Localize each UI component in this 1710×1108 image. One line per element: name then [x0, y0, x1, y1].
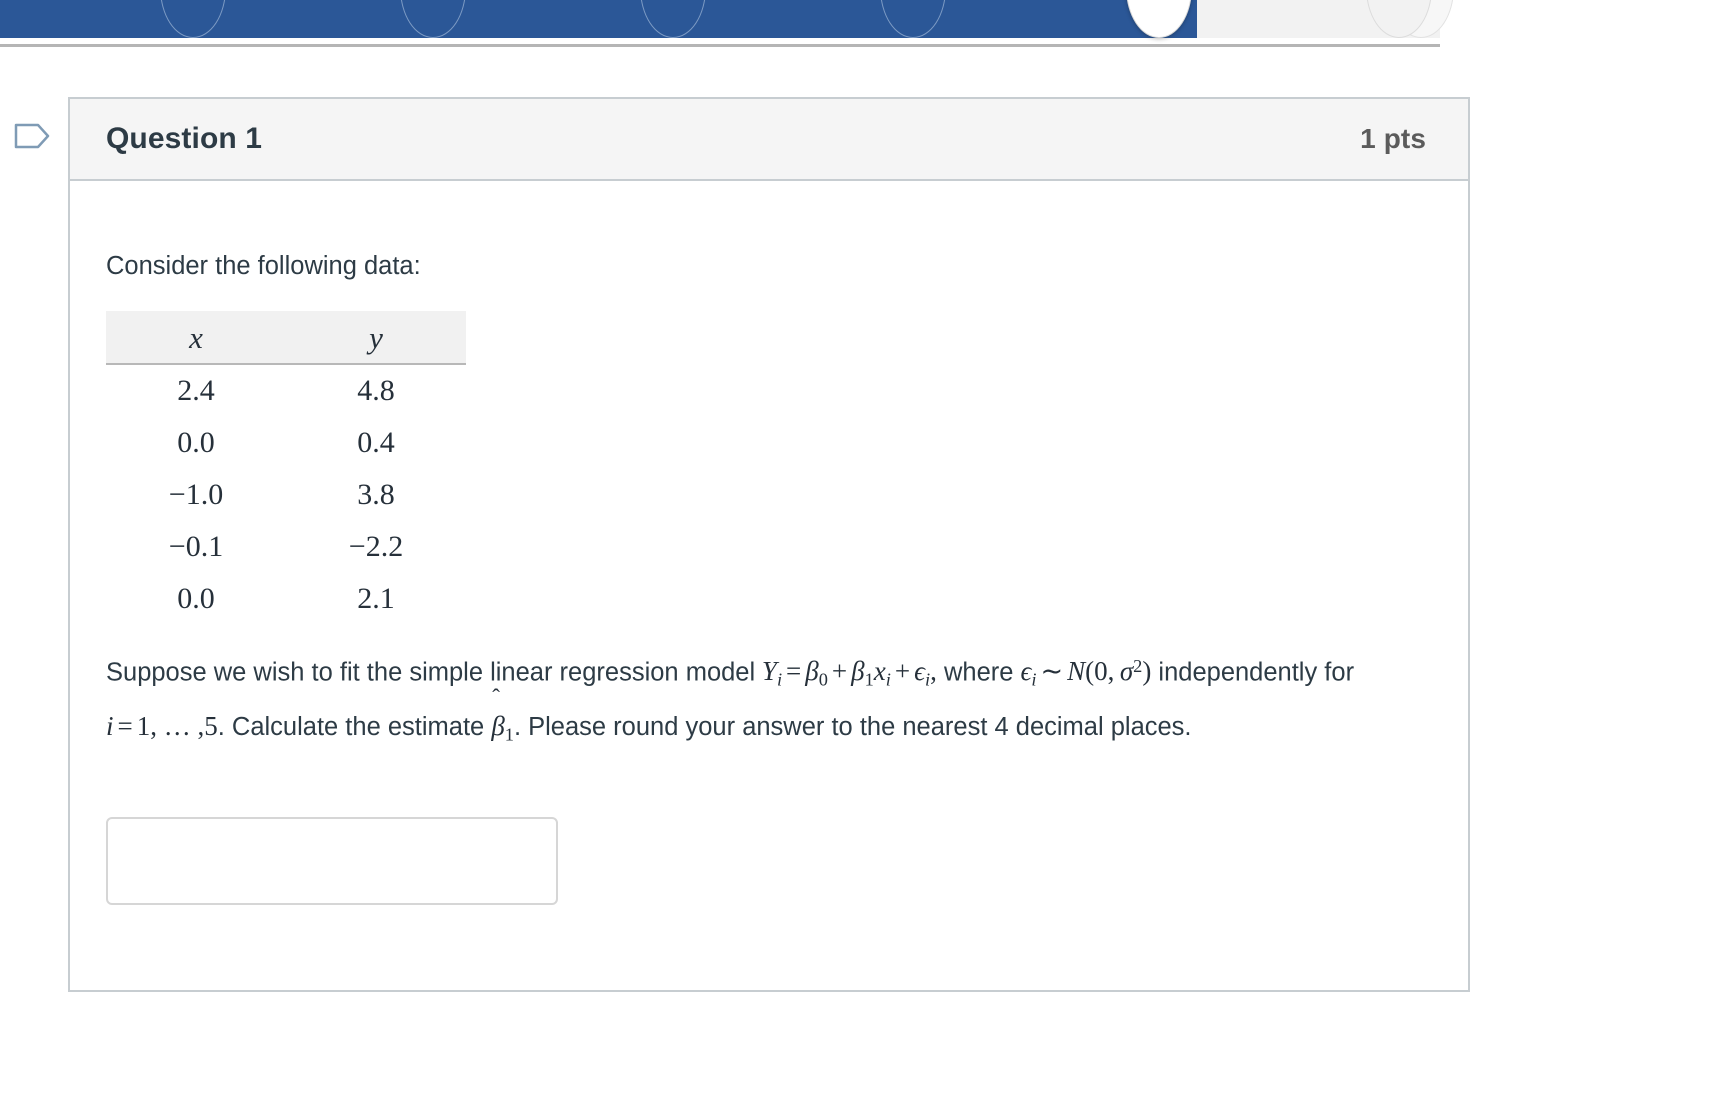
browser-tab-3[interactable] [640, 0, 706, 38]
cell-x: −1.0 [168, 478, 224, 511]
data-table-body: 2.4 4.8 0.0 0.4 −1.0 3.8 −0.1 −2.2 0.0 2… [106, 364, 466, 625]
index-five: 5 [204, 710, 218, 741]
index-i: i [106, 710, 114, 741]
error-paren-close: ) [1142, 656, 1152, 687]
formula-index-range: i = 1, … ,5 [106, 711, 218, 741]
table-header-row: x y [106, 311, 466, 365]
cell-x: 0.0 [177, 426, 215, 459]
prompt-line1-pre: Suppose we wish to fit the simple linear… [106, 658, 756, 687]
hat-accent: ˆ [492, 684, 500, 710]
error-normal-N: N [1067, 656, 1086, 687]
browser-tab-4[interactable] [880, 0, 946, 38]
beta-hat-var: β [491, 710, 505, 741]
table-row: −0.1 −2.2 [106, 521, 466, 573]
index-one: 1 [136, 710, 151, 741]
formula-x: x [873, 656, 886, 687]
index-equals: = [117, 710, 133, 741]
prompt-line2-post: . Calculate the estimate [217, 712, 485, 741]
formula-equals: = [786, 656, 802, 687]
cell-x: −0.1 [168, 530, 224, 563]
formula-comma: , [930, 656, 937, 687]
browser-tab-5-active[interactable] [1126, 0, 1192, 38]
answer-input[interactable] [106, 817, 558, 906]
table-row: 0.0 0.4 [106, 417, 466, 469]
question-body: Consider the following data: x y 2.4 4.8… [70, 181, 1468, 906]
data-table-head: x y [106, 311, 466, 365]
table-row: 0.0 2.1 [106, 573, 466, 625]
index-dots: , … , [150, 710, 205, 741]
question-header: Question 1 1 pts [70, 99, 1468, 181]
prompt-line3: answer to the nearest 4 decimal places. [742, 712, 1192, 741]
question-points: 1 pts [1360, 123, 1426, 154]
cell-y: 0.4 [357, 426, 395, 459]
answer-row [106, 817, 1432, 906]
error-sigma: σ [1119, 656, 1134, 687]
toolbar-divider [0, 44, 1440, 47]
cell-x: 0.0 [177, 582, 215, 615]
prompt-line2-mid: independently for [1158, 658, 1355, 687]
cell-y: −2.2 [348, 530, 404, 563]
column-header-y: y [286, 311, 466, 365]
cell-y: 2.1 [357, 582, 395, 615]
browser-tab-2[interactable] [400, 0, 466, 38]
cell-y: 3.8 [357, 478, 395, 511]
prompt-line1-post: where [943, 658, 1014, 687]
question-title: Question 1 [106, 122, 263, 155]
error-sigma-sup: 2 [1133, 656, 1143, 676]
error-paren-open: ( [1085, 656, 1095, 687]
formula-plus-1: + [831, 656, 848, 687]
error-mean: 0 [1094, 656, 1108, 687]
table-row: −1.0 3.8 [106, 469, 466, 521]
intro-text: Consider the following data: [106, 252, 421, 280]
formula-epsilon: ϵ [914, 656, 926, 687]
formula-regression-model: Yi = β0 + β1xi + ϵi, [755, 656, 937, 690]
formula-beta1-sub: 1 [864, 669, 874, 690]
browser-tab-strip [0, 0, 1454, 38]
formula-Y: Y [761, 656, 777, 687]
formula-error-dist: ϵi ∼ N(0, σ2) [1020, 656, 1152, 690]
formula-beta1: β [851, 656, 865, 687]
prompt-line3-pre: . Please round your [513, 712, 736, 741]
data-table: x y 2.4 4.8 0.0 0.4 −1.0 3.8 −0.1 −2.2 0… [106, 311, 466, 625]
cell-y: 4.8 [357, 374, 395, 407]
formula-beta0: β [805, 656, 819, 687]
error-epsilon-sub: i [1031, 669, 1037, 690]
beta-hat-wrap: ˆβ [491, 686, 505, 749]
beta-hat-sub: 1 [504, 724, 514, 745]
column-header-x: x [106, 311, 286, 365]
browser-tab-1[interactable] [160, 0, 226, 38]
error-tilde: ∼ [1040, 656, 1064, 687]
error-epsilon: ϵ [1020, 656, 1032, 687]
error-comma: , [1107, 656, 1115, 687]
formula-plus-2: + [894, 656, 911, 687]
question-flag-icon[interactable] [12, 118, 52, 154]
formula-beta-hat: ˆ β1 [491, 686, 514, 745]
question-card: Question 1 1 pts Consider the following … [68, 97, 1470, 992]
formula-beta0-sub: 0 [818, 669, 828, 690]
cell-x: 2.4 [177, 374, 215, 407]
table-row: 2.4 4.8 [106, 364, 466, 417]
question-prompt-paragraph: Suppose we wish to fit the simple linear… [106, 643, 1432, 757]
screenshot-root: Question 1 1 pts Consider the following … [0, 0, 1710, 1108]
